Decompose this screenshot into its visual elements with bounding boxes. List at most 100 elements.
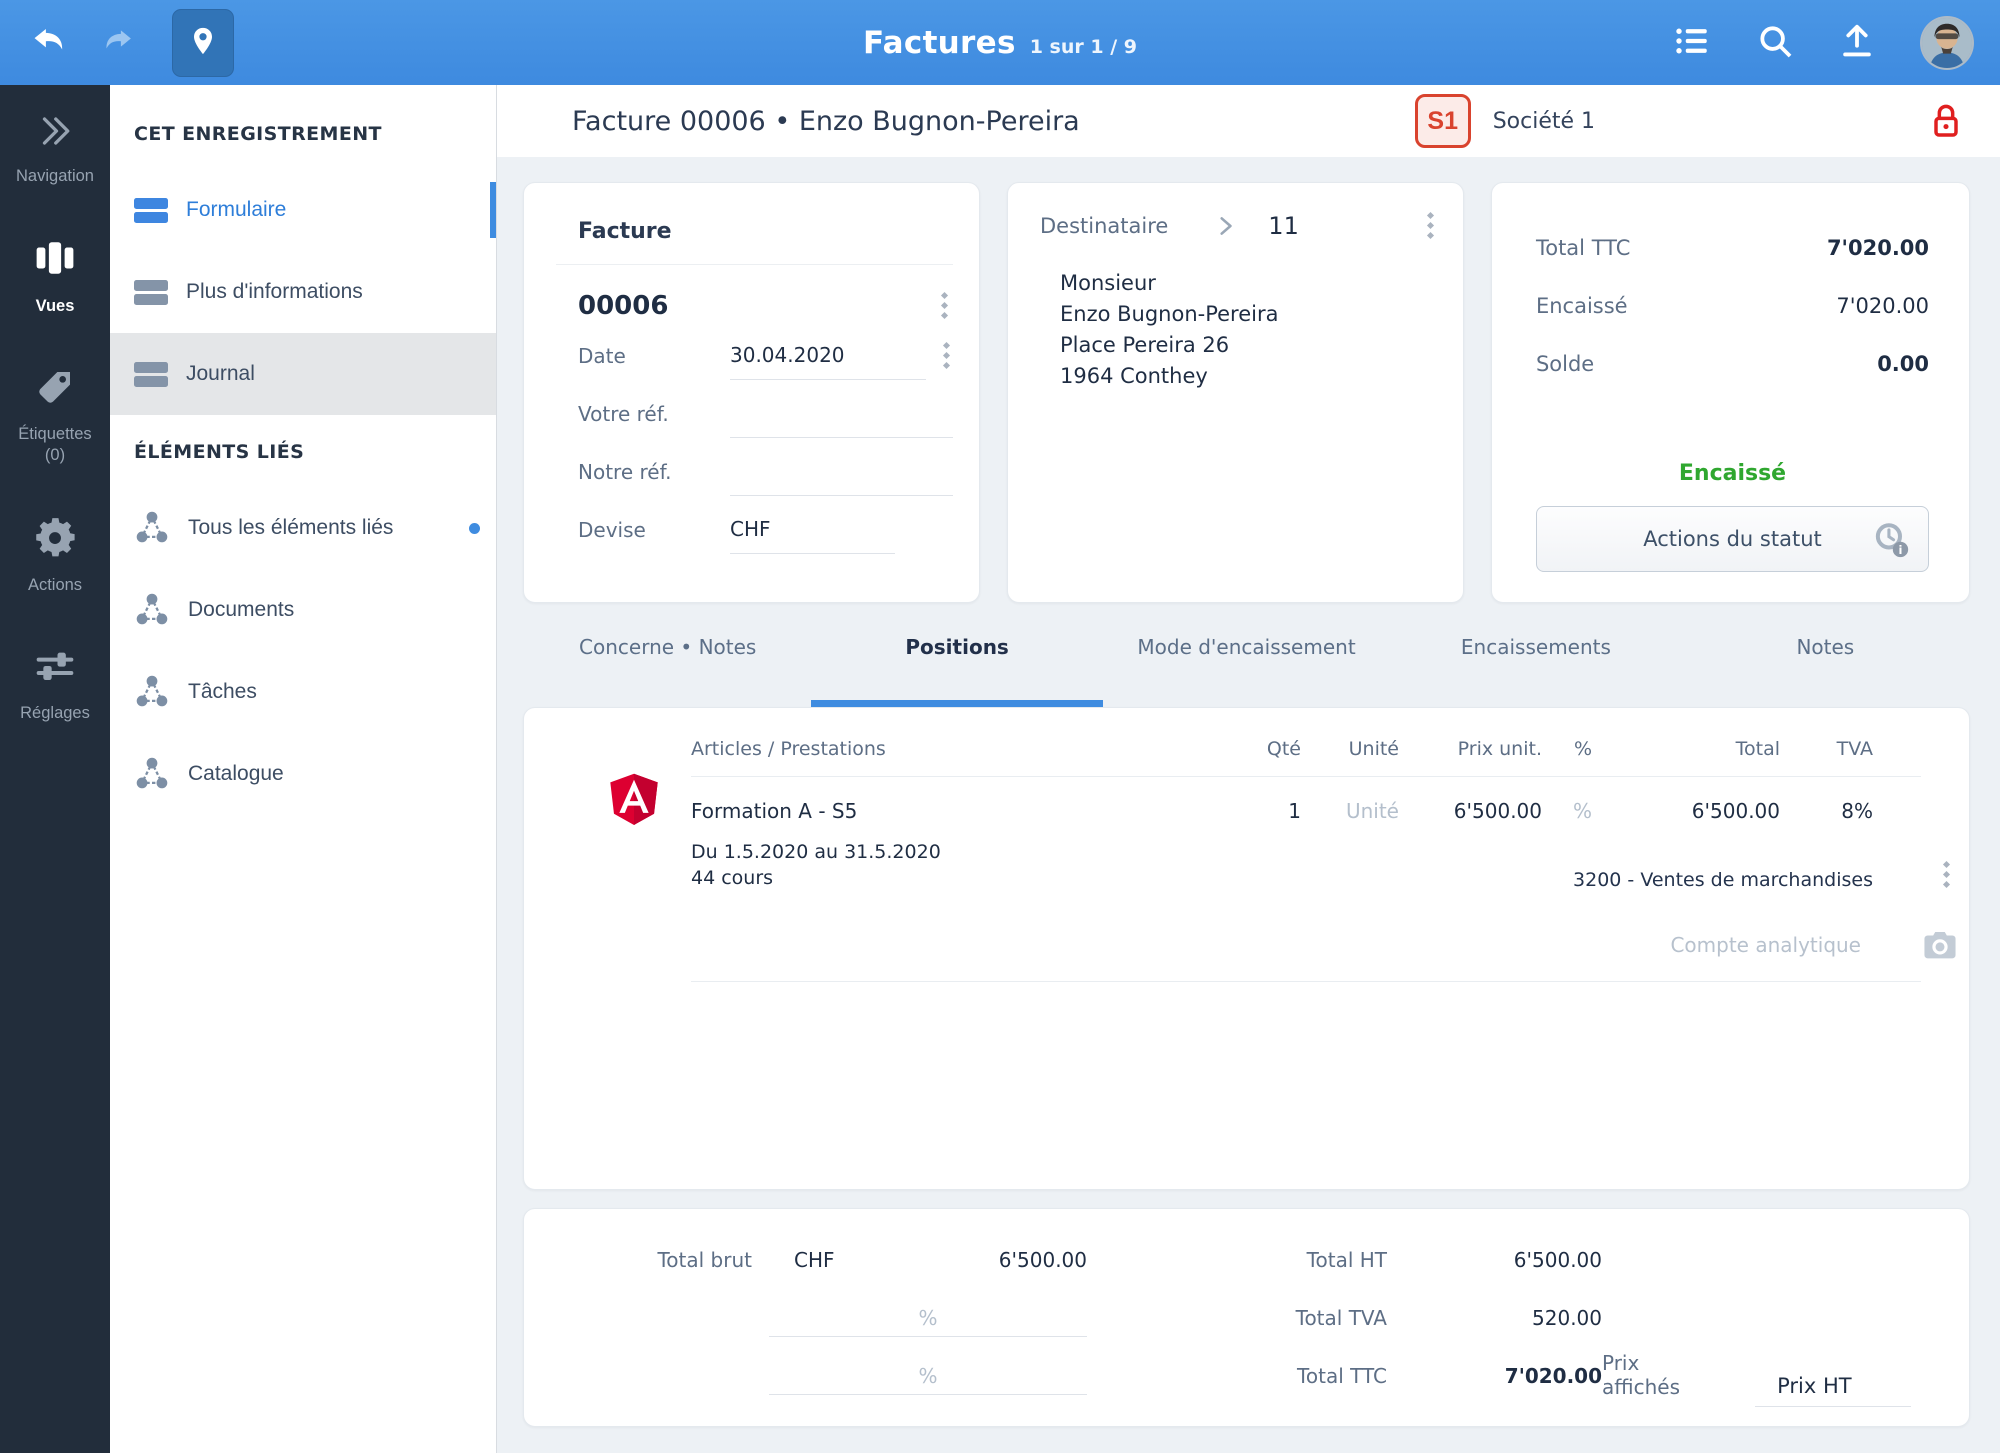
tag-icon <box>34 367 76 410</box>
double-chevron-right-icon <box>33 113 77 152</box>
prix-affiches-select[interactable]: Prix HT <box>1755 1374 1911 1407</box>
prix-affiches-label: Prix affichés <box>1602 1351 1715 1407</box>
rail-item-etiquettes[interactable]: Étiquettes(0) <box>0 367 110 466</box>
solde-label: Solde <box>1536 352 1594 376</box>
chevron-right-icon[interactable] <box>1212 211 1238 241</box>
date-menu-button[interactable] <box>940 339 953 372</box>
total-tva-label: Total TVA <box>1187 1306 1387 1330</box>
panel-item-journal[interactable]: Journal <box>110 333 496 415</box>
notre-ref-field[interactable] <box>730 462 953 496</box>
position-row[interactable]: Formation A - S5 1 Unité 6'500.00 % 6'50… <box>608 799 1921 823</box>
pin-record-button[interactable] <box>172 9 234 77</box>
app-title-group: Factures 1 sur 1 / 9 <box>863 25 1137 61</box>
panel-item-tous-elements-lies[interactable]: Tous les éléments liés <box>110 487 496 569</box>
panel-section-title: CET ENREGISTREMENT <box>134 123 496 145</box>
app-title: Factures <box>863 25 1016 61</box>
votre-ref-field[interactable] <box>730 404 953 438</box>
analytic-account-field[interactable]: Compte analytique <box>1670 933 1861 957</box>
article-total: 6'500.00 <box>1592 799 1780 823</box>
record-panel: CET ENREGISTREMENT Formulaire Plus d'inf… <box>110 85 497 1453</box>
angular-logo-icon <box>608 772 660 828</box>
total-ttc-label: Total TTC <box>1536 236 1630 260</box>
article-qty: 1 <box>1213 799 1301 823</box>
tab-mode-encaissement[interactable]: Mode d'encaissement <box>1102 603 1391 707</box>
article-vat: 8% <box>1780 799 1873 823</box>
company-name: Société 1 <box>1493 109 1595 134</box>
invoice-card-title: Facture <box>578 219 953 244</box>
back-button[interactable] <box>28 24 68 61</box>
tab-encaissements[interactable]: Encaissements <box>1391 603 1680 707</box>
positions-table-header: Articles / Prestations Qté Unité Prix un… <box>608 738 1921 760</box>
redo-arrow-icon <box>102 26 136 59</box>
rail-item-reglages[interactable]: Réglages <box>0 646 110 724</box>
svg-text:i: i <box>1899 543 1903 557</box>
rail-item-actions[interactable]: Actions <box>0 516 110 596</box>
rail-item-navigation[interactable]: Navigation <box>0 113 110 187</box>
date-field[interactable]: 30.04.2020 <box>730 343 926 380</box>
currency-field[interactable]: CHF <box>794 1248 835 1272</box>
solde-value: 0.00 <box>1877 352 1929 376</box>
content-area: Facture 00006 Date 30.04.2020 Votre <box>497 157 2000 1453</box>
global-discount-field-2[interactable]: % <box>769 1357 1087 1395</box>
bullet-list-icon <box>1670 23 1712 62</box>
invoice-card: Facture 00006 Date 30.04.2020 Votre <box>523 182 980 603</box>
rail-label: Réglages <box>20 703 90 724</box>
camera-icon[interactable] <box>1923 930 1957 963</box>
total-ttc-summary-value: 7'020.00 <box>1387 1364 1602 1388</box>
total-ttc-summary-label: Total TTC <box>1187 1364 1387 1388</box>
company-badge[interactable]: S1 <box>1415 94 1471 148</box>
search-button[interactable] <box>1756 22 1794 63</box>
gear-icon <box>34 516 76 561</box>
tab-notes[interactable]: Notes <box>1681 603 1970 707</box>
panel-item-taches[interactable]: Tâches <box>110 651 496 733</box>
clock-info-icon: i <box>1872 521 1912 566</box>
rail-label: Actions <box>28 575 82 596</box>
field-label-devise: Devise <box>578 518 730 554</box>
status-actions-button[interactable]: Actions du statut i <box>1536 506 1929 572</box>
panel-item-plus-informations[interactable]: Plus d'informations <box>110 251 496 333</box>
upload-icon <box>1838 22 1876 63</box>
panel-item-catalogue[interactable]: Catalogue <box>110 733 496 815</box>
article-unit: Unité <box>1301 799 1399 823</box>
linked-items-icon <box>134 510 170 547</box>
recipient-menu-button[interactable] <box>1424 209 1437 242</box>
encaisse-value: 7'020.00 <box>1836 294 1929 318</box>
linked-items-icon <box>134 756 170 793</box>
export-button[interactable] <box>1838 22 1876 63</box>
global-discount-field-1[interactable]: % <box>769 1299 1087 1337</box>
rail-label: Navigation <box>16 166 94 187</box>
form-icon <box>134 362 168 387</box>
forward-button[interactable] <box>102 26 136 59</box>
left-rail: Navigation Vues Étiquettes(0) Actions <box>0 85 110 1453</box>
lock-icon <box>1930 102 1962 140</box>
field-label-date: Date <box>578 344 730 380</box>
total-ttc-value: 7'020.00 <box>1827 236 1929 260</box>
account-link[interactable]: 3200 - Ventes de marchandises <box>1573 869 1873 891</box>
summary-card: Total brut CHF 6'500.00 % % Total HT 6'5… <box>523 1208 1970 1427</box>
user-avatar[interactable] <box>1920 16 1974 70</box>
devise-field[interactable]: CHF <box>730 517 895 554</box>
search-icon <box>1756 22 1794 63</box>
record-counter: 1 sur 1 / 9 <box>1030 36 1137 58</box>
panel-item-formulaire[interactable]: Formulaire <box>110 169 496 251</box>
recipient-number[interactable]: 11 <box>1268 212 1299 240</box>
invoice-number[interactable]: 00006 <box>578 291 668 321</box>
tab-concerne-notes[interactable]: Concerne • Notes <box>523 603 812 707</box>
article-name: Formation A - S5 <box>691 799 1213 823</box>
panel-item-documents[interactable]: Documents <box>110 569 496 651</box>
article-unit-price: 6'500.00 <box>1399 799 1542 823</box>
location-pin-icon <box>188 21 218 64</box>
total-brut-value: 6'500.00 <box>835 1248 1087 1272</box>
status-badge: Encaissé <box>1536 461 1929 486</box>
top-bar: Factures 1 sur 1 / 9 <box>0 0 2000 85</box>
total-tva-value: 520.00 <box>1387 1306 1602 1330</box>
tab-positions[interactable]: Positions <box>812 603 1101 707</box>
sliders-icon <box>33 646 77 689</box>
encaisse-label: Encaissé <box>1536 294 1628 318</box>
list-view-button[interactable] <box>1670 23 1712 62</box>
position-row-menu-button[interactable] <box>1940 858 1953 891</box>
invoice-number-menu-button[interactable] <box>938 289 951 322</box>
rail-item-vues[interactable]: Vues <box>0 237 110 317</box>
recipient-label: Destinataire <box>1040 214 1168 238</box>
app-window: Factures 1 sur 1 / 9 <box>0 0 2000 1453</box>
